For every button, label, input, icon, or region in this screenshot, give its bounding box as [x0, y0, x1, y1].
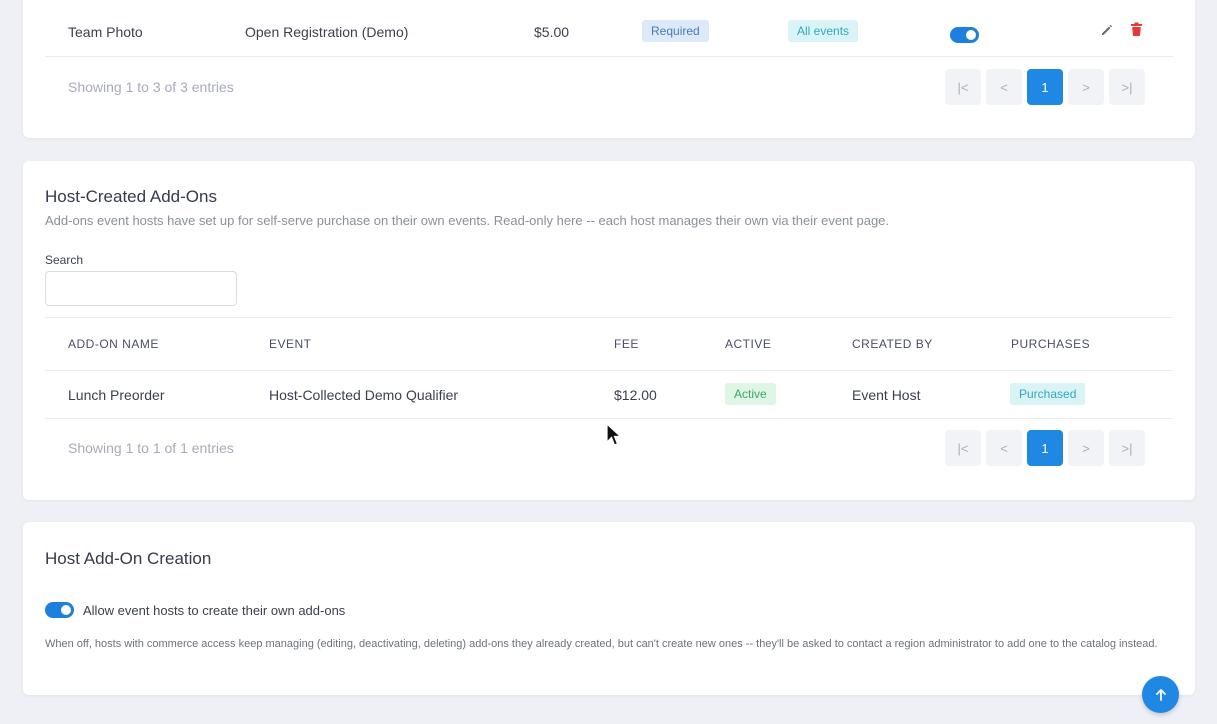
page-1-button[interactable]: 1	[1027, 430, 1063, 466]
addon-fee: $12.00	[614, 387, 657, 403]
column-header-name[interactable]: ADD-ON NAME	[68, 337, 159, 351]
addons-catalog-card: Team Photo Open Registration (Demo) $5.0…	[23, 0, 1195, 138]
addon-fee: $5.00	[534, 24, 570, 40]
delete-button[interactable]	[1130, 22, 1143, 40]
arrow-up-icon	[1155, 688, 1166, 701]
addon-event: Host-Collected Demo Qualifier	[269, 387, 459, 403]
scroll-to-top-button[interactable]	[1142, 676, 1179, 713]
divider	[45, 317, 1173, 318]
edit-button[interactable]	[1100, 23, 1114, 40]
host-addons-card: Host-Created Add-Ons Add-ons event hosts…	[23, 161, 1195, 500]
column-header-created-by[interactable]: CREATED BY	[852, 337, 933, 351]
help-text: When off, hosts with commerce access kee…	[45, 638, 1158, 650]
section-subtitle: Add-ons event hosts have set up for self…	[45, 213, 890, 228]
created-by: Event Host	[852, 387, 921, 403]
section-title: Host Add-On Creation	[45, 549, 212, 568]
first-page-button[interactable]: |<	[945, 430, 981, 466]
toggle-label[interactable]: Allow event hosts to create their own ad…	[83, 603, 345, 618]
allow-host-creation-toggle[interactable]	[45, 602, 74, 618]
addon-name: Lunch Preorder	[68, 387, 165, 403]
column-header-active[interactable]: ACTIVE	[725, 337, 771, 351]
page: Team Photo Open Registration (Demo) $5.0…	[0, 0, 1217, 724]
divider	[45, 370, 1173, 371]
host-creation-card: Host Add-On Creation Allow event hosts t…	[23, 522, 1195, 695]
cursor-icon	[606, 423, 622, 446]
table-row: Team Photo Open Registration (Demo) $5.0…	[45, 20, 1173, 43]
purchases-badge: Purchased	[1010, 383, 1086, 405]
entries-info: Showing 1 to 1 of 1 entries	[68, 440, 234, 456]
last-page-button[interactable]: >|	[1109, 69, 1145, 105]
last-page-button[interactable]: >|	[1109, 430, 1145, 466]
divider	[45, 56, 1173, 57]
next-page-button[interactable]: >	[1068, 69, 1104, 105]
addon-registration: Open Registration (Demo)	[245, 24, 409, 40]
pencil-icon	[1102, 24, 1113, 35]
trash-icon	[1131, 22, 1142, 36]
divider	[45, 418, 1173, 419]
table-row: Lunch Preorder Host-Collected Demo Quali…	[45, 383, 1173, 406]
section-title: Host-Created Add-Ons	[45, 187, 217, 206]
scope-badge: All events	[788, 20, 859, 42]
search-label: Search	[45, 253, 84, 267]
column-header-fee[interactable]: FEE	[614, 337, 639, 351]
pagination: |< < 1 > >|	[945, 69, 1145, 105]
requirement-badge: Required	[642, 20, 709, 42]
entries-info: Showing 1 to 3 of 3 entries	[68, 79, 234, 95]
column-header-purchases[interactable]: PURCHASES	[1011, 337, 1090, 351]
search-input[interactable]	[45, 271, 237, 306]
prev-page-button[interactable]: <	[986, 69, 1022, 105]
addon-name: Team Photo	[68, 24, 143, 40]
active-toggle[interactable]	[950, 27, 979, 43]
column-header-event[interactable]: EVENT	[269, 337, 312, 351]
allow-host-creation-setting: Allow event hosts to create their own ad…	[45, 602, 345, 618]
table-header: ADD-ON NAME EVENT FEE ACTIVE CREATED BY …	[45, 335, 1173, 353]
page-1-button[interactable]: 1	[1027, 69, 1063, 105]
prev-page-button[interactable]: <	[986, 430, 1022, 466]
pagination: |< < 1 > >|	[945, 430, 1145, 466]
active-badge: Active	[725, 383, 776, 405]
first-page-button[interactable]: |<	[945, 69, 981, 105]
next-page-button[interactable]: >	[1068, 430, 1104, 466]
